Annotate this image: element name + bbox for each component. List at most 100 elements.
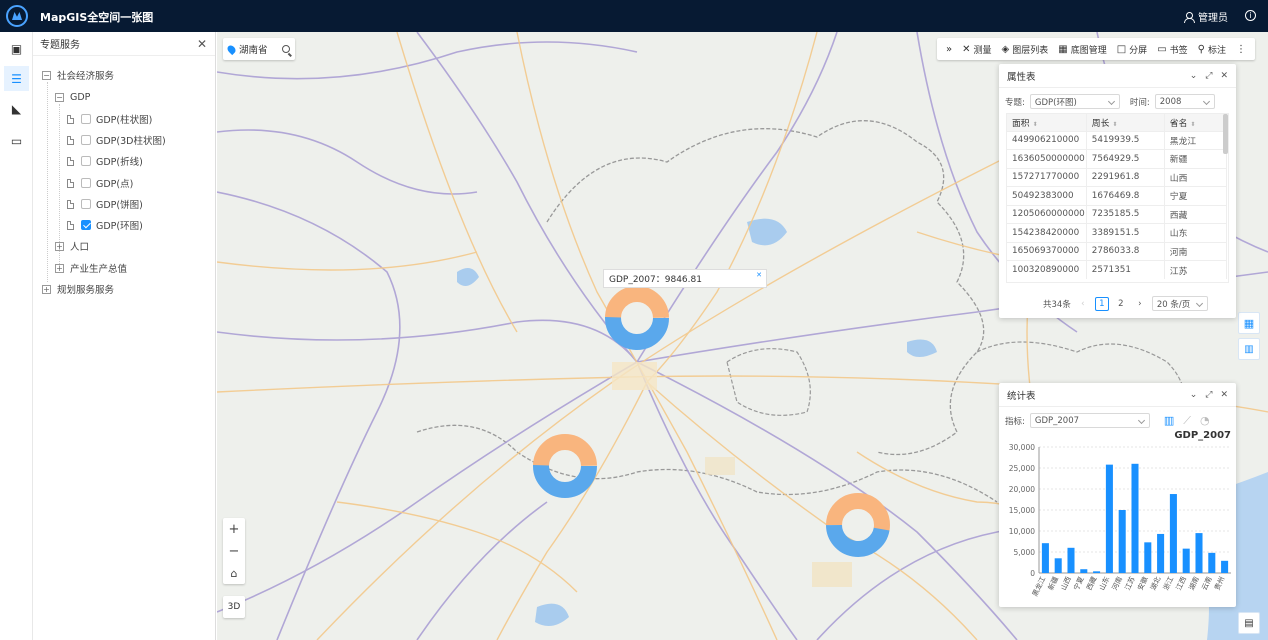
tree-leaf[interactable]: GDP(3D柱状图) [67,133,166,147]
tooltip-text: GDP_2007：9846.81 [609,275,702,285]
table-row[interactable]: 50492383000 1676469.8 宁夏 [1007,186,1228,205]
table-row[interactable]: 1205060000000 7235185.5 西藏 [1007,204,1228,224]
prev-page-button[interactable]: ‹ [1076,297,1090,311]
checkbox[interactable] [81,114,91,124]
chevron-down-icon[interactable]: ⌄ [1190,71,1198,81]
tree-leaf[interactable]: GDP(点) [67,176,133,190]
info-icon[interactable]: i [1245,10,1256,21]
toggle-3d-button[interactable]: 3D [223,596,245,618]
tree-node-planning[interactable]: + 规划服务服务 [42,282,114,296]
zoom-controls: + − ⌂ [223,518,245,584]
expand-icon[interactable]: + [42,284,51,294]
line-chart-icon[interactable]: ⟋ [1183,414,1191,428]
column-header[interactable]: 面积 ⬍ [1007,114,1087,131]
x-tick-label: 新疆 [1046,575,1060,591]
table-row[interactable]: 100320890000 2571351 江苏 [1007,260,1228,279]
more-button[interactable]: ⋮ [1236,44,1246,55]
search-icon[interactable] [282,45,290,53]
layer-tree-icon-button[interactable]: ☰ [4,66,29,91]
y-tick-label: 15,000 [1009,506,1035,515]
minus-icon: − [228,543,240,559]
pie-chart-icon[interactable]: ◔ [1200,414,1210,427]
checkbox-checked[interactable] [81,220,91,230]
table-scrollbar[interactable] [1223,114,1228,154]
bookmark-button[interactable]: ▭ 书签 [1157,43,1187,56]
theme-select[interactable]: GDP(环图) [1029,94,1120,109]
y-tick-label: 5,000 [1014,548,1036,557]
tree-leaf-selected[interactable]: GDP(环图) [67,218,143,232]
bar [1118,510,1126,573]
bar [1221,560,1229,573]
page-button-current[interactable]: 1 [1094,296,1109,311]
collapse-toolbar-button[interactable]: » [946,44,952,55]
cube-icon-button[interactable]: ▣ [4,36,29,61]
zoom-in-button[interactable]: + [223,518,245,540]
x-tick-label: 湖北 [1148,575,1162,591]
tree-node-industry[interactable]: + 产业生产总值 [55,261,127,275]
page-button[interactable]: 2 [1114,297,1128,311]
basemap-button[interactable]: ▦ 底图管理 [1058,43,1106,56]
time-select[interactable]: 2008 [1154,94,1215,109]
sort-icon[interactable]: ⬍ [1112,121,1117,128]
close-icon[interactable]: ✕ [197,37,207,51]
split-screen-button[interactable]: □ 分屏 [1117,43,1147,56]
tree-leaf[interactable]: GDP(饼图) [67,197,143,211]
monitor-icon-button[interactable]: ▭ [4,128,29,153]
expand-icon[interactable]: + [55,241,64,251]
attribute-table-toggle[interactable]: ▦ [1238,312,1260,334]
zoom-out-button[interactable]: − [223,540,245,562]
donut-chart-1[interactable] [603,284,671,352]
measure-button[interactable]: ✕ 测量 [962,43,991,56]
annotate-button[interactable]: ⚲ 标注 [1198,43,1226,56]
expand-icon[interactable]: ⤢ [1205,390,1212,400]
checkbox[interactable] [81,135,91,145]
donut-chart-3[interactable] [824,491,892,559]
tooltip-close-icon[interactable]: ✕ [756,271,762,279]
table-row[interactable]: 449906210000 5419939.5 黑龙江 [1007,130,1228,150]
collapse-icon[interactable]: − [55,92,64,102]
tree-leaf[interactable]: GDP(折线) [67,154,143,168]
expand-icon[interactable]: + [55,263,64,273]
bar [1041,543,1049,573]
donut-chart-2[interactable] [531,432,599,500]
collapse-icon[interactable]: − [42,70,51,80]
bar [1195,533,1203,573]
close-icon[interactable]: ✕ [1220,71,1228,81]
home-button[interactable]: ⌂ [223,562,245,584]
tree-node-population[interactable]: + 人口 [55,239,89,253]
user-menu[interactable]: 管理员 [1184,9,1228,24]
location-search[interactable]: 湖南省 [223,38,295,60]
close-icon[interactable]: ✕ [1220,390,1228,400]
table-row[interactable]: 157271770000 2291961.8 山西 [1007,167,1228,187]
tree-leaf[interactable]: GDP(柱状图) [67,112,152,126]
legend-toggle[interactable]: ▤ [1238,612,1260,634]
tree-node-gdp[interactable]: − GDP [55,90,90,104]
checkbox[interactable] [81,156,91,166]
expand-icon[interactable]: ⤢ [1205,71,1212,81]
y-tick-label: 20,000 [1009,485,1035,494]
indicator-select[interactable]: GDP_2007 [1029,413,1150,428]
flag-icon-button[interactable]: ◣ [4,96,29,121]
tree-node-social-economy[interactable]: − 社会经济服务 [42,68,114,82]
column-header[interactable]: 省名 ⬍ [1164,114,1228,131]
cube-icon: ▣ [10,41,23,56]
sort-icon[interactable]: ⬍ [1033,121,1038,128]
sort-icon[interactable]: ⬍ [1190,121,1195,128]
location-pin-icon [225,43,238,55]
next-page-button[interactable]: › [1133,297,1147,311]
statistics-toggle[interactable]: ▥ [1238,338,1260,360]
split-icon: □ [1116,43,1127,55]
bar-chart-icon[interactable]: ▥ [1164,414,1174,427]
bar-chart-icon: ▥ [1244,343,1254,355]
checkbox[interactable] [81,199,91,209]
checkbox[interactable] [81,178,91,188]
table-row[interactable]: 154238420000 3389151.5 山东 [1007,223,1228,242]
chevron-down-icon[interactable]: ⌄ [1190,390,1198,400]
table-row[interactable]: 1636050000000 7564929.5 新疆 [1007,149,1228,168]
page-size-select[interactable]: 20 条/页 [1151,296,1208,311]
bookmark-icon: ▭ [1157,43,1167,55]
column-header[interactable]: 周长 ⬍ [1086,114,1165,131]
table-row[interactable]: 165069370000 2786033.8 河南 [1007,241,1228,261]
layer-list-button[interactable]: ◈ 图层列表 [1002,43,1049,56]
map-tooltip: GDP_2007：9846.81 ✕ [603,269,767,288]
